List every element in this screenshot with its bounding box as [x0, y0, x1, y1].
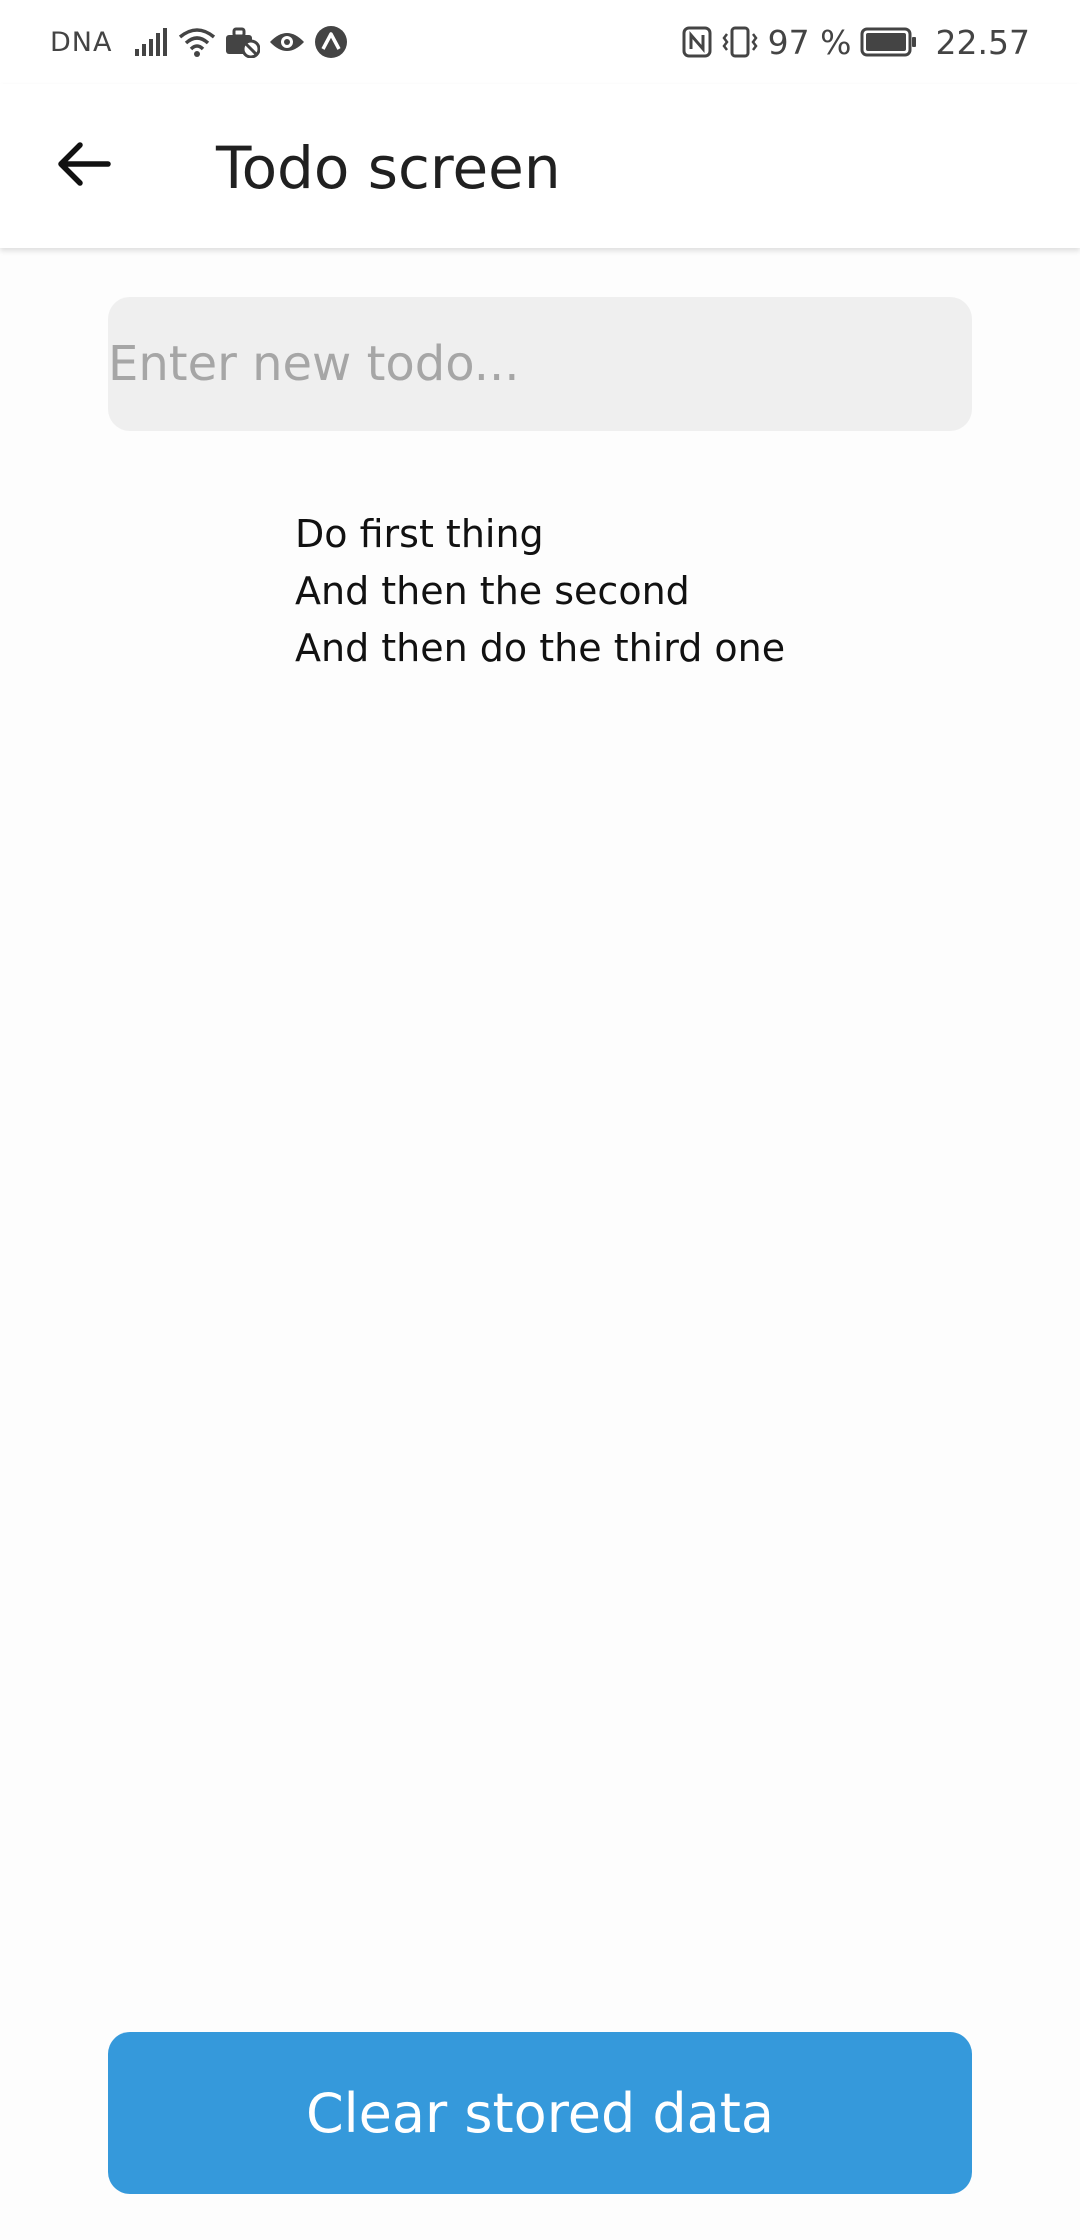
new-todo-input[interactable]	[108, 297, 972, 431]
clear-stored-data-button[interactable]: Clear stored data	[108, 2032, 972, 2194]
briefcase-icon	[224, 26, 261, 58]
todo-item: Do first thing	[295, 512, 544, 556]
carrier-name: DNA	[50, 26, 113, 58]
status-bar: DNA 97 % 22.57	[0, 0, 1080, 84]
status-left: DNA	[50, 18, 356, 66]
arrow-left-icon	[58, 142, 111, 186]
wifi-icon	[178, 26, 216, 58]
page-title: Todo screen	[216, 134, 561, 202]
vibrate-icon	[720, 26, 760, 58]
clock: 22.57	[935, 22, 1030, 62]
eye-icon	[268, 28, 306, 56]
battery-percent: 97 %	[767, 22, 852, 62]
app-bar: Todo screen	[0, 84, 1080, 248]
battery-icon	[860, 27, 918, 57]
signal-icon	[134, 27, 170, 57]
todo-item: And then do the third one	[295, 626, 786, 670]
status-right: 97 % 22.57	[682, 18, 1030, 66]
nfc-icon	[682, 26, 712, 58]
expo-icon	[314, 25, 348, 59]
todo-item: And then the second	[295, 569, 690, 613]
todo-list: Do first thing And then the second And t…	[295, 506, 785, 677]
back-button[interactable]	[48, 128, 120, 200]
